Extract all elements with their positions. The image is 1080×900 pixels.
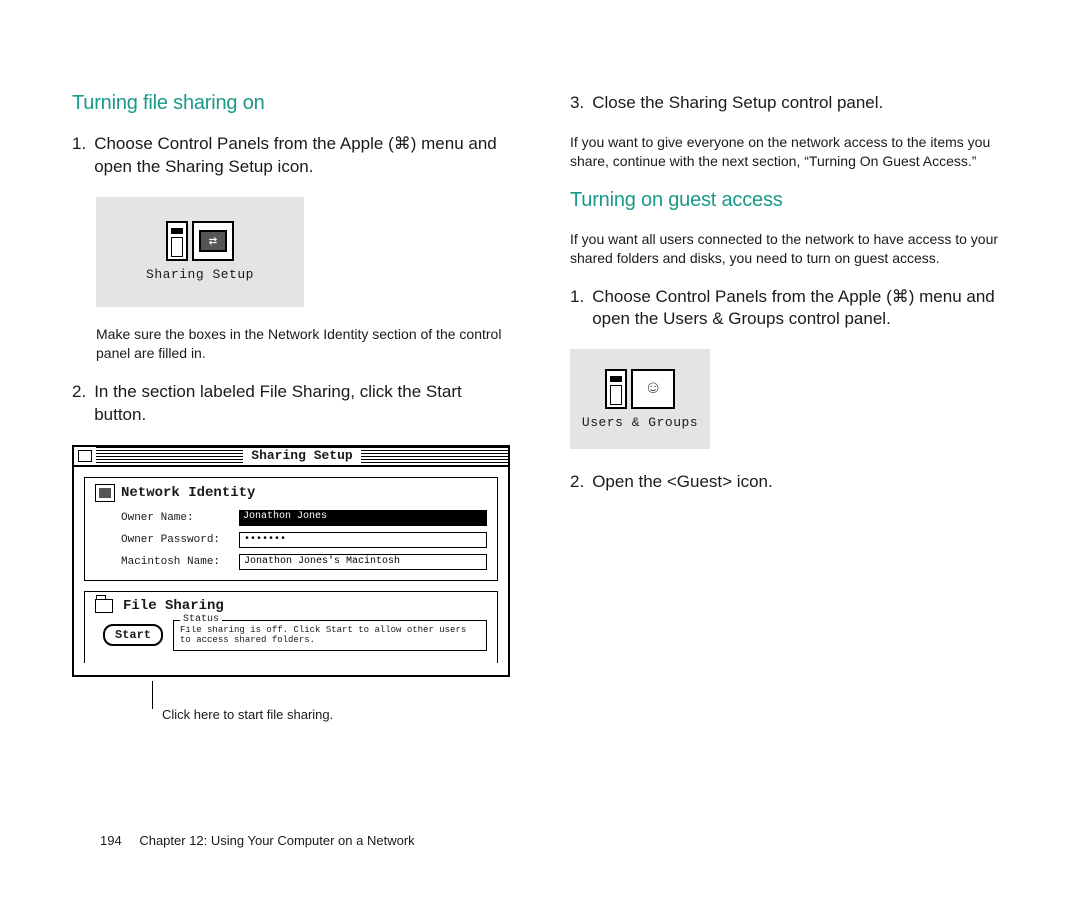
guest-step-2: 2. Open the <Guest> icon. — [570, 471, 1008, 494]
owner-name-field[interactable]: Jonathon Jones — [239, 510, 487, 526]
owner-name-label: Owner Name: — [121, 512, 239, 524]
file-sharing-group: File Sharing Start Status File sharing i… — [84, 591, 498, 664]
sharing-setup-window: Sharing Setup Network Identity Owner Nam… — [72, 445, 510, 678]
mac-icon: ⇄ — [192, 221, 234, 261]
paragraph: If you want to give everyone on the netw… — [570, 133, 1008, 171]
step-number: 2. — [570, 471, 584, 494]
step-text: Choose Control Panels from the Apple (⌘)… — [592, 286, 1008, 332]
section-heading-file-sharing: Turning file sharing on — [72, 92, 510, 115]
status-text: File sharing is off. Click Start to allo… — [180, 625, 466, 646]
sharing-setup-label: Sharing Setup — [146, 267, 254, 282]
close-box-icon[interactable] — [78, 450, 92, 462]
users-groups-icon-card: ☺ Users & Groups — [570, 349, 710, 449]
start-button[interactable]: Start — [103, 624, 163, 646]
left-column: Turning file sharing on 1. Choose Contro… — [72, 92, 510, 722]
slider-icon — [605, 369, 627, 409]
paragraph: If you want all users connected to the n… — [570, 230, 1008, 268]
network-identity-group: Network Identity Owner Name: Jonathon Jo… — [84, 477, 498, 581]
slider-icon — [166, 221, 188, 261]
section-heading-guest-access: Turning on guest access — [570, 189, 1008, 212]
macintosh-name-label: Macintosh Name: — [121, 556, 239, 568]
status-box: Status File sharing is off. Click Start … — [173, 620, 487, 652]
callout-line — [152, 681, 153, 709]
users-groups-label: Users & Groups — [582, 415, 698, 430]
folder-icon — [95, 599, 113, 613]
network-identity-title: Network Identity — [121, 485, 255, 501]
chapter-label: Chapter 12: Using Your Computer on a Net… — [139, 833, 414, 848]
step-number: 2. — [72, 381, 86, 427]
page-footer: 194 Chapter 12: Using Your Computer on a… — [100, 833, 415, 848]
page-number: 194 — [100, 833, 122, 848]
document-page: Turning file sharing on 1. Choose Contro… — [0, 0, 1080, 900]
sharing-setup-icon-card: ⇄ Sharing Setup — [96, 197, 304, 307]
owner-password-label: Owner Password: — [121, 534, 239, 546]
file-sharing-title: File Sharing — [123, 598, 224, 614]
guest-step-1: 1. Choose Control Panels from the Apple … — [570, 286, 1008, 332]
window-title: Sharing Setup — [243, 448, 360, 463]
callout-text: Click here to start file sharing. — [162, 707, 510, 722]
mac-small-icon — [95, 484, 115, 502]
step-2: 2. In the section labeled File Sharing, … — [72, 381, 510, 427]
users-icon: ☺ — [631, 369, 675, 409]
window-titlebar: Sharing Setup — [74, 447, 508, 467]
macintosh-name-field[interactable]: Jonathon Jones's Macintosh — [239, 554, 487, 570]
owner-password-field[interactable]: ••••••• — [239, 532, 487, 548]
step-1: 1. Choose Control Panels from the Apple … — [72, 133, 510, 179]
step-text: Open the <Guest> icon. — [592, 471, 1008, 494]
status-legend: Status — [180, 614, 222, 626]
step-number: 1. — [72, 133, 86, 179]
note-text: Make sure the boxes in the Network Ident… — [96, 325, 510, 363]
step-number: 1. — [570, 286, 584, 332]
step-number: 3. — [570, 92, 584, 115]
step-text: Close the Sharing Setup control panel. — [592, 92, 1008, 115]
step-text: In the section labeled File Sharing, cli… — [94, 381, 510, 427]
step-3: 3. Close the Sharing Setup control panel… — [570, 92, 1008, 115]
step-text: Choose Control Panels from the Apple (⌘)… — [94, 133, 510, 179]
right-column: 3. Close the Sharing Setup control panel… — [570, 92, 1008, 722]
